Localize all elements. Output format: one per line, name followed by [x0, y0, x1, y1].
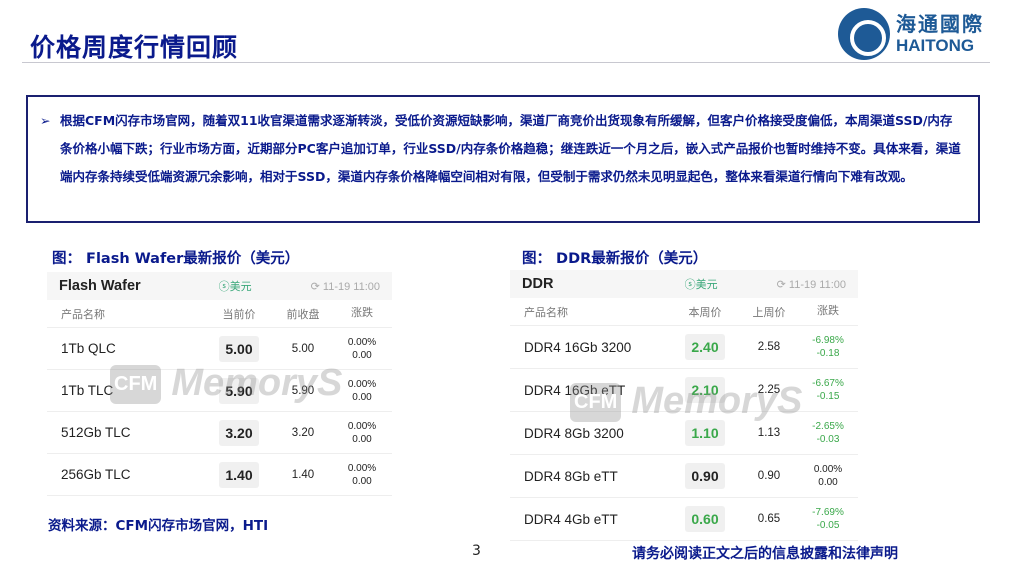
change-value: 0.00: [352, 475, 372, 487]
product-name: 256Gb TLC: [61, 467, 131, 482]
table-row[interactable]: DDR4 8Gb eTT 0.90 0.90 0.00% 0.00: [510, 455, 858, 498]
change-percent: -7.69%: [812, 507, 844, 518]
current-price: 2.10: [685, 377, 725, 403]
previous-price: 2.58: [757, 341, 781, 353]
haitong-logo: 海通國際 HAITONG: [838, 8, 984, 60]
summary-text: 根据CFM闪存市场官网，随着双11收官渠道需求逐渐转淡，受低价资源短缺影响，渠道…: [60, 113, 961, 184]
flash-wafer-caption: 图： Flash Wafer最新报价（美元）: [52, 251, 300, 267]
product-name: DDR4 16Gb 3200: [524, 339, 632, 355]
column-header: 当前价: [222, 308, 256, 321]
column-header: 本周价: [688, 306, 722, 319]
change-percent: 0.00%: [347, 378, 377, 390]
column-header: 上周价: [752, 306, 786, 319]
ddr-caption: 图： DDR最新报价（美元）: [522, 251, 708, 267]
column-headers: 产品名称 当前价 前收盘 涨跌: [47, 300, 392, 328]
product-name: 512Gb TLC: [61, 425, 131, 440]
table-title: Flash Wafer: [59, 278, 141, 294]
change-value: 0.00: [352, 349, 372, 361]
ddr-table: DDR ⓢ美元 ⟳ 11-19 11:00 产品名称 本周价 上周价 涨跌 DDR4 …: [510, 270, 858, 541]
refresh-time[interactable]: ⟳ 11-19 11:00: [311, 280, 380, 293]
previous-price: 1.13: [757, 427, 781, 439]
product-name: DDR4 4Gb eTT: [524, 511, 618, 527]
previous-price: 1.40: [291, 468, 315, 481]
change-value: 0.00: [352, 433, 372, 445]
currency-label[interactable]: ⓢ美元: [685, 276, 777, 292]
previous-price: 2.25: [757, 384, 781, 396]
table-row[interactable]: DDR4 8Gb 3200 1.10 1.13 -2.65% -0.03: [510, 412, 858, 455]
table-row[interactable]: DDR4 16Gb eTT 2.10 2.25 -6.67% -0.15: [510, 369, 858, 412]
table-header-bar: DDR ⓢ美元 ⟳ 11-19 11:00: [510, 270, 858, 298]
change-percent: 0.00%: [347, 420, 377, 432]
change-value: -0.05: [816, 520, 840, 531]
change-percent: -2.65%: [812, 421, 844, 432]
table-row[interactable]: 512Gb TLC 3.20 3.20 0.00% 0.00: [47, 412, 392, 454]
table-row[interactable]: 1Tb TLC 5.90 5.90 0.00% 0.00: [47, 370, 392, 412]
column-headers: 产品名称 本周价 上周价 涨跌: [510, 298, 858, 326]
summary-box: ➢ 根据CFM闪存市场官网，随着双11收官渠道需求逐渐转淡，受低价资源短缺影响，渠…: [26, 95, 980, 223]
product-name: 1Tb QLC: [61, 341, 116, 356]
column-header: 前收盘: [286, 308, 320, 321]
change-value: -0.18: [816, 348, 840, 359]
change-value: 0.00: [352, 391, 372, 403]
current-price: 0.90: [685, 463, 725, 489]
table-row[interactable]: DDR4 4Gb eTT 0.60 0.65 -7.69% -0.05: [510, 498, 858, 541]
column-header: 涨跌: [817, 305, 839, 317]
change-percent: -6.98%: [812, 335, 844, 346]
currency-label[interactable]: ⓢ美元: [219, 278, 311, 294]
title-divider: [22, 62, 990, 63]
table-row[interactable]: DDR4 16Gb 3200 2.40 2.58 -6.98% -0.18: [510, 326, 858, 369]
previous-price: 5.00: [291, 342, 315, 355]
change-percent: 0.00%: [813, 464, 843, 475]
page-number: 3: [472, 543, 481, 559]
column-header: 产品名称: [524, 306, 568, 319]
disclaimer: 请务必阅读正文之后的信息披露和法律声明: [632, 546, 898, 562]
change-value: -0.03: [816, 434, 840, 445]
previous-price: 0.90: [757, 470, 781, 482]
change-percent: 0.00%: [347, 336, 377, 348]
current-price: 1.40: [219, 461, 259, 488]
change-value: -0.15: [816, 391, 840, 402]
table-row[interactable]: 256Gb TLC 1.40 1.40 0.00% 0.00: [47, 454, 392, 496]
table-header-bar: Flash Wafer ⓢ美元 ⟳ 11-19 11:00: [47, 272, 392, 300]
product-name: DDR4 8Gb eTT: [524, 468, 618, 484]
current-price: 2.40: [685, 334, 725, 360]
product-name: DDR4 16Gb eTT: [524, 382, 626, 398]
logo-emblem-icon: [838, 8, 890, 60]
page-title: 价格周度行情回顾: [30, 33, 239, 62]
product-name: 1Tb TLC: [61, 383, 114, 398]
change-percent: -6.67%: [812, 378, 844, 389]
flash-wafer-table: Flash Wafer ⓢ美元 ⟳ 11-19 11:00 产品名称 当前价 前收盘…: [47, 272, 392, 496]
column-header: 产品名称: [61, 308, 105, 321]
logo-en: HAITONG: [896, 36, 975, 55]
previous-price: 3.20: [291, 426, 315, 439]
current-price: 0.60: [685, 506, 725, 532]
change-value: 0.00: [818, 477, 838, 488]
bullet-arrow-icon: ➢: [40, 113, 51, 128]
current-price: 5.00: [219, 335, 259, 362]
column-header: 涨跌: [351, 307, 373, 319]
product-name: DDR4 8Gb 3200: [524, 425, 624, 441]
refresh-time[interactable]: ⟳ 11-19 11:00: [777, 278, 846, 291]
previous-price: 0.65: [757, 513, 781, 525]
previous-price: 5.90: [291, 384, 315, 397]
change-percent: 0.00%: [347, 462, 377, 474]
table-title: DDR: [522, 276, 554, 292]
current-price: 5.90: [219, 377, 259, 404]
source-note: 资料来源：CFM闪存市场官网，HTI: [48, 518, 269, 534]
table-row[interactable]: 1Tb QLC 5.00 5.00 0.00% 0.00: [47, 328, 392, 370]
current-price: 1.10: [685, 420, 725, 446]
logo-cn: 海通國際: [896, 12, 984, 36]
current-price: 3.20: [219, 419, 259, 446]
